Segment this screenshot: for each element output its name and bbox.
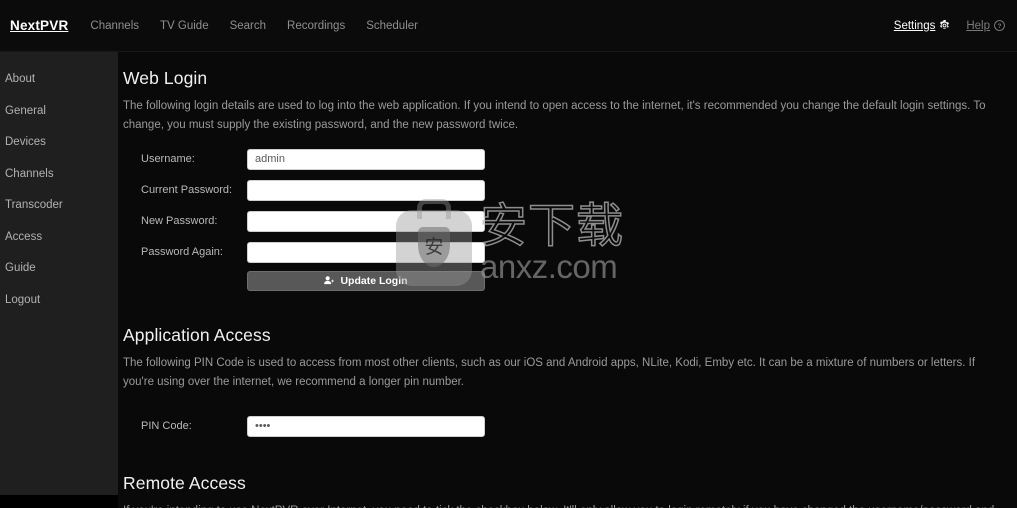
sidebar-item-general[interactable]: General — [0, 98, 118, 124]
pin-code-field[interactable] — [247, 415, 485, 437]
new-password-field[interactable] — [247, 210, 485, 232]
password-again-field[interactable] — [247, 241, 485, 263]
nav-link-recordings[interactable]: Recordings — [287, 20, 345, 32]
sidebar-item-access[interactable]: Access — [0, 224, 118, 250]
sidebar-item-about[interactable]: About — [0, 66, 118, 92]
web-login-description: The following login details are used to … — [123, 100, 986, 131]
pin-code-label: PIN Code: — [141, 420, 192, 433]
application-access-heading: Application Access — [123, 324, 271, 345]
question-circle-icon: ? — [994, 20, 1005, 31]
update-login-button[interactable]: Update Login — [247, 270, 485, 291]
brand-logo[interactable]: NextPVR — [10, 18, 68, 33]
nav-link-scheduler[interactable]: Scheduler — [366, 20, 418, 32]
password-again-label: Password Again: — [141, 246, 223, 259]
username-label: Username: — [141, 153, 195, 166]
svg-text:?: ? — [998, 23, 1002, 30]
sidebar-item-logout[interactable]: Logout — [0, 287, 118, 313]
nav-link-settings[interactable]: Settings — [894, 20, 951, 32]
app-root: NextPVR Channels TV Guide Search Recordi… — [0, 0, 1017, 508]
main-content: Web Login The following login details ar… — [118, 52, 1017, 508]
sidebar-item-guide[interactable]: Guide — [0, 255, 118, 281]
top-navbar: NextPVR Channels TV Guide Search Recordi… — [0, 0, 1017, 52]
current-password-label: Current Password: — [141, 184, 233, 197]
nav-link-search[interactable]: Search — [230, 20, 266, 32]
sidebar-item-devices[interactable]: Devices — [0, 129, 118, 155]
nav-help-label: Help — [966, 19, 990, 32]
pin-code-row: PIN Code: — [123, 414, 999, 439]
gear-icon — [939, 20, 950, 31]
new-password-label: New Password: — [141, 215, 218, 228]
password-again-row: Password Again: — [123, 240, 999, 265]
current-password-row: Current Password: — [123, 178, 999, 203]
remote-access-description: If you're intending to use NextPVR over … — [123, 502, 999, 508]
settings-sidebar: About General Devices Channels Transcode… — [0, 52, 118, 495]
spacer-pin — [123, 404, 999, 414]
username-row: Username: — [123, 147, 999, 172]
form-label-spacer — [123, 271, 247, 291]
remote-access-heading: Remote Access — [123, 472, 246, 493]
new-password-row: New Password: — [123, 209, 999, 234]
nav-right-group: Settings Help ? — [894, 20, 1005, 32]
update-login-row: Update Login — [123, 270, 999, 291]
sidebar-item-channels[interactable]: Channels — [0, 161, 118, 187]
nav-settings-label: Settings — [893, 19, 936, 32]
web-login-heading: Web Login — [123, 68, 208, 88]
current-password-field[interactable] — [247, 179, 485, 201]
primary-nav: Channels TV Guide Search Recordings Sche… — [90, 20, 418, 32]
application-access-description: The following PIN Code is used to access… — [123, 356, 976, 388]
user-plus-icon — [324, 275, 335, 286]
nav-link-help[interactable]: Help ? — [966, 20, 1005, 32]
nav-link-tv-guide[interactable]: TV Guide — [160, 20, 209, 32]
sidebar-item-transcoder[interactable]: Transcoder — [0, 192, 118, 218]
update-login-label: Update Login — [340, 274, 408, 287]
nav-link-channels[interactable]: Channels — [90, 20, 139, 32]
username-field[interactable] — [247, 148, 485, 170]
